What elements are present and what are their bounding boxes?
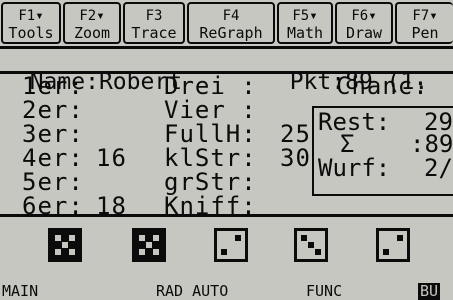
- score-value-fullhouse: 25: [280, 120, 311, 148]
- f3-trace-button[interactable]: F3 Trace: [123, 2, 185, 44]
- die-pip: [301, 235, 307, 241]
- die-pip: [397, 235, 403, 241]
- status-graph-mode: FUNC: [306, 282, 343, 300]
- score-label-small-straight: klStr:: [164, 144, 257, 172]
- f4-regraph-button[interactable]: F4 ReGraph: [187, 2, 275, 44]
- score-label-2er: 2er:: [22, 96, 84, 124]
- score-value-4er: 16: [96, 144, 127, 172]
- f1-tools-button[interactable]: F1▾ Tools: [1, 2, 61, 44]
- f3-menu-label: Trace: [131, 24, 177, 42]
- f6-draw-button[interactable]: F6▾ Draw: [335, 2, 393, 44]
- score-label-large-straight: grStr:: [164, 168, 257, 196]
- die-pip: [146, 242, 152, 248]
- die-pip: [153, 235, 159, 241]
- status-mode: MAIN: [2, 282, 39, 300]
- die-pip: [153, 249, 159, 255]
- rest-label: Rest:: [318, 108, 391, 136]
- status-bar: MAIN RAD AUTO FUNC BU: [0, 283, 453, 300]
- f2-zoom-button[interactable]: F2▾ Zoom: [63, 2, 121, 44]
- f2-menu-label: Zoom: [73, 24, 111, 42]
- f6-menu-label: Draw: [345, 24, 383, 42]
- die-pip: [383, 249, 389, 255]
- die-pip: [139, 235, 145, 241]
- f7-menu-label: Pen: [411, 24, 439, 42]
- die-pip: [235, 235, 241, 241]
- score-label-vier: Vier :: [164, 96, 257, 124]
- die-pip: [55, 235, 61, 241]
- score-label-drei: Drei :: [164, 72, 257, 100]
- score-label-3er: 3er:: [22, 120, 84, 148]
- f5-math-button[interactable]: F5▾ Math: [277, 2, 333, 44]
- die-5[interactable]: [376, 228, 410, 262]
- summary-panel: Rest: 29 Σ :89 Wurf: 2/3: [312, 106, 453, 196]
- f5-key-label: F5▾: [292, 8, 318, 24]
- f4-menu-label: ReGraph: [199, 24, 263, 42]
- total-sum-value: :89: [410, 130, 453, 158]
- score-label-4er: 4er:: [22, 144, 84, 172]
- throw-label: Wurf:: [318, 154, 391, 182]
- dice-divider: [0, 214, 453, 217]
- die-pip: [308, 242, 314, 248]
- die-pip: [69, 235, 75, 241]
- die-1-held[interactable]: [48, 228, 82, 262]
- f4-key-label: F4: [222, 8, 240, 24]
- die-3[interactable]: [214, 228, 248, 262]
- die-4[interactable]: [294, 228, 328, 262]
- die-2-held[interactable]: [132, 228, 166, 262]
- status-angle-mode: RAD AUTO: [156, 282, 229, 300]
- f3-key-label: F3: [145, 8, 163, 24]
- score-label-5er: 5er:: [22, 168, 84, 196]
- total-sum-label: Σ: [340, 130, 355, 158]
- die-pip: [221, 249, 227, 255]
- die-pip: [139, 249, 145, 255]
- score-label-1er: 1er:: [22, 72, 84, 100]
- score-label-chance: Chanc:: [336, 72, 429, 100]
- f2-key-label: F2▾: [79, 8, 105, 24]
- f1-menu-label: Tools: [8, 24, 54, 42]
- die-pip: [315, 249, 321, 255]
- f1-key-label: F1▾: [18, 8, 44, 24]
- f7-key-label: F7▾: [412, 8, 438, 24]
- status-busy-indicator: BU: [418, 282, 441, 300]
- function-toolbar: F1▾ Tools F2▾ Zoom F3 Trace F4 ReGraph F…: [0, 0, 453, 48]
- die-pip: [62, 242, 68, 248]
- throw-value: 2/3: [424, 154, 453, 182]
- f7-pen-button[interactable]: F7▾ Pen: [395, 2, 453, 44]
- score-label-fullhouse: FullH:: [164, 120, 257, 148]
- f5-menu-label: Math: [286, 24, 324, 42]
- die-pip: [69, 249, 75, 255]
- die-pip: [55, 249, 61, 255]
- f6-key-label: F6▾: [351, 8, 377, 24]
- score-value-small-straight: 30: [280, 144, 311, 172]
